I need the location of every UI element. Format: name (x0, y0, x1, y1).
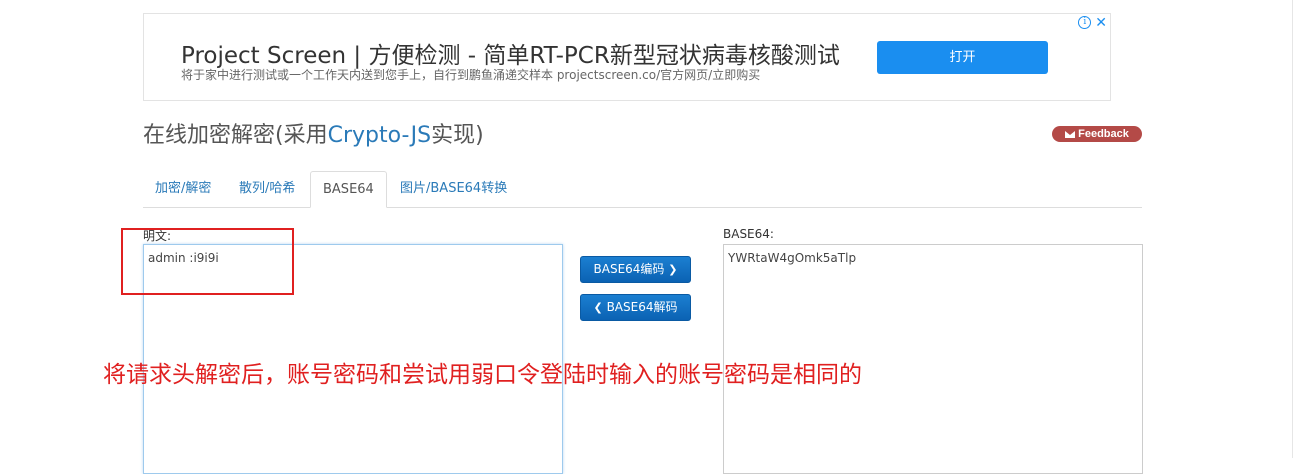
tab-hash[interactable]: 散列/哈希 (227, 171, 307, 207)
mail-icon (1065, 130, 1076, 138)
ad-info-icon[interactable]: i (1078, 15, 1092, 29)
chevron-right-icon: ❯ (668, 263, 678, 276)
base64-label: BASE64: (723, 227, 774, 241)
ad-close-icon[interactable]: ✕ (1095, 15, 1107, 29)
encode-label: BASE64编码 (593, 262, 665, 276)
ad-subtitle[interactable]: 将于家中进行测试或一个工作天内送到您手上，自行到鹏鱼涌递交样本 projects… (181, 66, 760, 83)
tab-base64[interactable]: BASE64 (310, 171, 387, 208)
page-title-prefix: 在线加密解密(采用 (143, 123, 328, 148)
feedback-label: Feedback (1078, 128, 1129, 140)
page-title-accent: Crypto-JS (327, 123, 432, 148)
chevron-left-icon: ❮ (593, 301, 603, 314)
decode-label: BASE64解码 (606, 300, 678, 314)
tab-bar: 加密/解密 散列/哈希 BASE64 图片/BASE64转换 (143, 171, 1142, 208)
ad-controls: i ✕ (1078, 15, 1107, 29)
feedback-button[interactable]: Feedback (1052, 126, 1142, 142)
highlight-box (121, 228, 294, 295)
annotation-text: 将请求头解密后，账号密码和尝试用弱口令登陆时输入的账号密码是相同的 (103, 362, 862, 388)
tab-encrypt-decrypt[interactable]: 加密/解密 (143, 171, 223, 207)
page-edge-divider (1292, 0, 1293, 458)
tab-image-base64[interactable]: 图片/BASE64转换 (388, 171, 519, 207)
ad-title[interactable]: Project Screen | 方便检测 - 简单RT-PCR新型冠状病毒核酸… (181, 36, 840, 70)
base64-decode-button[interactable]: ❮ BASE64解码 (580, 294, 691, 321)
ad-open-button[interactable]: 打开 (877, 41, 1048, 74)
page-title-suffix: 实现) (431, 123, 484, 148)
ad-banner[interactable]: Project Screen | 方便检测 - 简单RT-PCR新型冠状病毒核酸… (143, 13, 1111, 101)
page-title: 在线加密解密(采用Crypto-JS实现) (143, 117, 484, 149)
base64-encode-button[interactable]: BASE64编码 ❯ (580, 256, 691, 283)
